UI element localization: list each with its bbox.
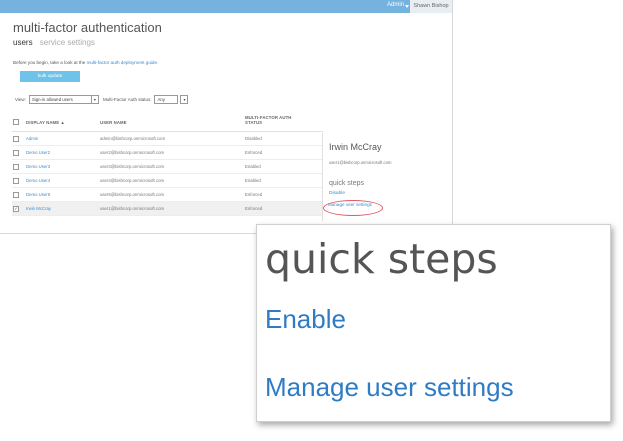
detail-user-email: user1@bishcorp.onmicrosoft.com <box>329 160 392 165</box>
row-mfa-status: Enforced <box>245 150 263 155</box>
table-row[interactable]: Demo User2 user2@bishcorp.onmicrosoft.com… <box>12 146 323 160</box>
status-select-arrow[interactable]: ▾ <box>180 95 189 104</box>
row-checkbox[interactable] <box>13 150 19 156</box>
chevron-down-icon: ▾ <box>183 97 186 102</box>
quick-steps-heading: quick steps <box>329 180 365 187</box>
row-checkbox[interactable] <box>13 164 19 170</box>
table-row[interactable]: Demo User4 user4@bishcorp.onmicrosoft.com… <box>12 174 323 188</box>
row-user-name: user4@bishcorp.onmicrosoft.com <box>100 178 165 183</box>
status-select-value: Any <box>157 97 165 102</box>
row-checkbox[interactable] <box>13 192 19 198</box>
row-display-name[interactable]: Demo User2 <box>26 150 50 155</box>
table-row[interactable]: Demo User3 user3@bishcorp.onmicrosoft.com… <box>12 160 323 174</box>
row-display-name[interactable]: Irwin McCray <box>26 206 51 211</box>
status-filter-label: Multi-Factor Auth status: <box>102 97 152 102</box>
status-select[interactable]: Any <box>154 95 179 104</box>
row-user-name: user1@bishcorp.onmicrosoft.com <box>100 206 165 211</box>
bulk-update-button[interactable]: bulk update <box>20 71 80 82</box>
tab-users[interactable]: users <box>13 38 33 47</box>
highlight-circle <box>323 200 383 216</box>
table-row[interactable]: Admin admin@bishcorp.onmicrosoft.com Disab… <box>12 132 323 146</box>
header-display-name[interactable]: DISPLAY NAME ▲ <box>26 120 65 125</box>
detail-user-name: Irwin McCray <box>329 142 382 152</box>
disable-link[interactable]: Disable <box>329 191 345 196</box>
tabs: users service settings <box>13 38 95 47</box>
header-user-name: USER NAME <box>100 120 127 125</box>
deployment-guide-link[interactable]: multi-factor auth deployment guide. <box>87 60 159 65</box>
row-user-name: admin@bishcorp.onmicrosoft.com <box>100 136 166 141</box>
row-mfa-status: Disabled <box>245 136 262 141</box>
row-mfa-status: Enabled <box>245 164 261 169</box>
chevron-down-icon: ▾ <box>90 96 98 103</box>
view-select-value: Sign-in allowed users <box>31 97 73 102</box>
table-header: DISPLAY NAME ▲ USER NAME MULTI-FACTOR AU… <box>12 113 323 132</box>
select-all-checkbox[interactable] <box>13 119 19 125</box>
header-mfa-status: MULTI-FACTOR AUTH STATUS <box>245 115 292 125</box>
row-display-name[interactable]: Demo User5 <box>26 192 50 197</box>
callout-enable-link[interactable]: Enable <box>265 304 346 335</box>
view-select[interactable]: Sign-in allowed users ▾ <box>28 95 99 104</box>
signed-in-user[interactable]: Shawn Bishop <box>410 0 452 13</box>
row-mfa-status: Enforced <box>245 206 263 211</box>
callout-quick-steps-heading: quick steps <box>265 235 498 283</box>
tab-service-settings[interactable]: service settings <box>40 38 95 47</box>
page-title: multi-factor authentication <box>13 20 162 35</box>
admin-menu[interactable]: Admin <box>387 2 404 8</box>
filters-bar: View: Sign-in allowed users ▾ Multi-Fact… <box>15 95 189 104</box>
row-checkbox[interactable]: ✓ <box>13 206 19 212</box>
intro-prefix: Before you begin, take a look at the <box>13 60 87 65</box>
row-checkbox[interactable] <box>13 178 19 184</box>
table-row[interactable]: Demo User5 user5@bishcorp.onmicrosoft.com… <box>12 188 323 202</box>
zoom-callout: quick steps Enable Manage user settings <box>256 224 611 422</box>
row-display-name[interactable]: Demo User3 <box>26 164 50 169</box>
callout-manage-user-settings-link[interactable]: Manage user settings <box>265 372 514 403</box>
row-mfa-status: Enforced <box>245 192 263 197</box>
top-bar: Admin Shawn Bishop <box>0 0 452 13</box>
table-row[interactable]: ✓ Irwin McCray user1@bishcorp.onmicrosoft.… <box>12 202 323 216</box>
chevron-down-icon[interactable] <box>405 5 409 8</box>
row-display-name[interactable]: Admin <box>26 136 38 141</box>
row-mfa-status: Enabled <box>245 178 261 183</box>
row-user-name: user2@bishcorp.onmicrosoft.com <box>100 150 165 155</box>
view-label: View: <box>15 97 26 102</box>
row-checkbox[interactable] <box>13 136 19 142</box>
row-display-name[interactable]: Demo User4 <box>26 178 50 183</box>
row-user-name: user3@bishcorp.onmicrosoft.com <box>100 164 165 169</box>
screenshot-panel: Admin Shawn Bishop multi-factor authenti… <box>0 0 453 234</box>
row-user-name: user5@bishcorp.onmicrosoft.com <box>100 192 165 197</box>
intro-text: Before you begin, take a look at the mul… <box>13 60 158 65</box>
